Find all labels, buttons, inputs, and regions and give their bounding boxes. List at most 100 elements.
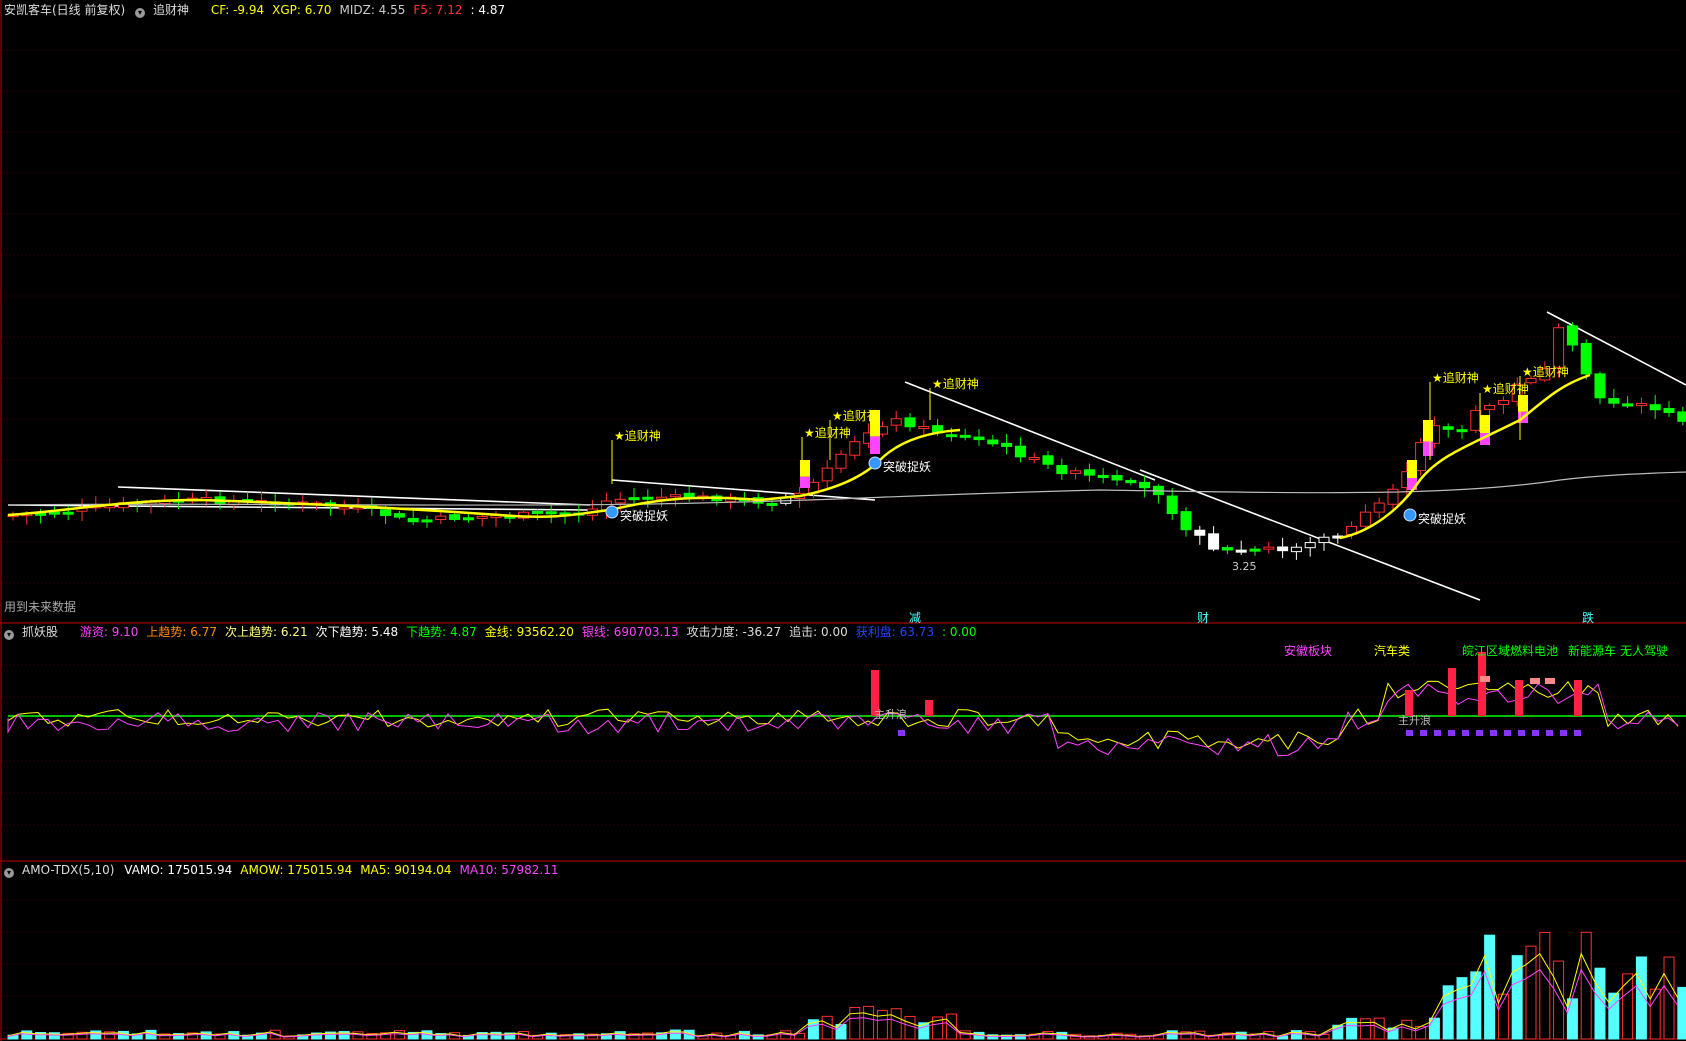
concept-label: 安徽板块	[1284, 644, 1333, 658]
candle	[849, 441, 861, 456]
indicator-value: CF: -9.94	[210, 3, 265, 17]
signal-dot	[1448, 730, 1455, 736]
candle	[1359, 511, 1371, 527]
candle	[1442, 426, 1454, 430]
signal-dot	[1480, 676, 1490, 682]
candle	[1622, 403, 1634, 407]
signal-dot	[1504, 730, 1511, 736]
indicator-value: MA10: 57982.11	[459, 863, 559, 877]
rise-label: 主升浪	[1398, 713, 1431, 727]
indicator-name[interactable]: 追财神	[153, 3, 189, 17]
stock-title[interactable]: 安凯客车(日线 前复权)	[4, 3, 125, 17]
signal-bar	[800, 476, 810, 488]
signal-dot	[1420, 730, 1427, 736]
signal-dot	[1434, 730, 1441, 736]
candle	[1111, 474, 1123, 481]
indicator-value: VAMO: 175015.94	[124, 863, 233, 877]
volume-bar	[1553, 960, 1565, 1040]
breakout-icon	[1403, 508, 1417, 522]
candle	[945, 434, 957, 438]
candle	[904, 417, 916, 428]
amo-panel-header: ▾ AMO-TDX(5,10) VAMO: 175015.94 AMOW: 1750…	[4, 862, 574, 878]
candle	[1249, 548, 1261, 552]
indicator-value: 次上趋势: 6.21	[225, 625, 308, 639]
zhuicaishen-label: ★追财神	[832, 408, 879, 423]
candle	[1484, 405, 1496, 410]
candle	[669, 494, 681, 498]
indicator-value: 金线: 93562.20	[484, 625, 574, 639]
candle	[1056, 465, 1068, 475]
indicator-menu-icon[interactable]: ▾	[4, 868, 14, 878]
candle	[1028, 457, 1040, 461]
candle	[1677, 411, 1686, 422]
indicator-value: AMOW: 175015.94	[240, 863, 353, 877]
candle	[628, 497, 640, 501]
indicator-value: : 0.00	[941, 625, 977, 639]
zhuayao-panel-header: ▾ 抓妖股 游资: 9.10 上趋势: 6.77 次上趋势: 6.21 次下趋势: 5.…	[4, 624, 993, 640]
volume-bar	[863, 1005, 875, 1040]
volume-bar	[835, 1024, 847, 1040]
main-panel-header: 安凯客车(日线 前复权) ▾ 追财神 CF: -9.94 XGP: 6.70 MIDZ…	[4, 2, 521, 18]
indicator-value: 获利盘: 63.73	[855, 625, 934, 639]
candle	[918, 426, 930, 430]
volume-bar	[1290, 1030, 1302, 1040]
signal-dot	[1560, 730, 1567, 736]
signal-dot	[1546, 730, 1553, 736]
indicator-menu-icon[interactable]: ▾	[135, 8, 146, 18]
candle	[1608, 398, 1620, 404]
concept-label: 新能源车	[1568, 644, 1617, 658]
candle	[821, 467, 833, 482]
volume-bar	[393, 1030, 405, 1040]
volume-bar	[849, 1006, 861, 1040]
candle	[435, 515, 447, 520]
candle	[48, 511, 60, 515]
volume-bar	[959, 1030, 971, 1040]
signal-dot	[1490, 730, 1497, 736]
candle	[1194, 529, 1206, 536]
signal-dot	[1574, 730, 1581, 736]
candle	[614, 498, 626, 504]
signal-dot	[1518, 730, 1525, 736]
candle	[1277, 546, 1289, 552]
zhuicaishen-label: ★追财神	[804, 425, 851, 440]
indicator-value: F5: 7.12	[413, 3, 463, 17]
signal-dot	[1545, 678, 1555, 684]
amo-title[interactable]: AMO-TDX(5,10)	[22, 863, 114, 877]
indicator-menu-icon[interactable]: ▾	[4, 630, 14, 640]
volume-bar	[1566, 998, 1578, 1040]
candle	[421, 519, 433, 523]
bottom-marker-3: 跌	[1582, 611, 1595, 625]
candle	[476, 515, 488, 519]
volume-bar	[1622, 973, 1634, 1040]
breakout-icon	[868, 456, 882, 470]
volume-bar	[1677, 986, 1686, 1040]
signal-dot	[1532, 730, 1539, 736]
indicator-value: 游资: 9.10	[79, 625, 139, 639]
signal-dot	[1462, 730, 1469, 736]
candle	[531, 510, 543, 514]
concept-label: 皖江区域	[1462, 644, 1511, 658]
signal-dot	[1406, 730, 1413, 736]
volume-bar	[1539, 931, 1551, 1040]
candle	[642, 496, 654, 500]
candle	[1125, 479, 1137, 484]
candle	[1208, 533, 1220, 550]
candle	[545, 511, 557, 515]
candle	[987, 439, 999, 445]
indicator-value: 攻击力度: -36.27	[686, 625, 782, 639]
volume-bar	[1428, 1017, 1440, 1040]
candle	[1235, 549, 1247, 553]
candle	[1083, 469, 1095, 476]
candle	[1594, 373, 1606, 399]
zhuicaishen-label: ★追财神	[932, 376, 979, 391]
volume-bar	[1484, 934, 1496, 1040]
volume-bar	[1580, 931, 1592, 1040]
signal-bar	[1407, 460, 1417, 478]
candle	[1373, 502, 1385, 513]
volume-bar	[904, 1015, 916, 1040]
volume-bar	[876, 1009, 888, 1040]
chart-window: ★追财神 ★追财神 ★追财神 ★追财神 ★追财神 ★追财神 ★追财神 突破捉妖 突破捉妖 突破捉妖…	[0, 0, 1686, 1041]
candle	[449, 514, 461, 520]
chart-canvas[interactable]: ★追财神 ★追财神★追财神★追财神 ★追财神★追财神★追财神突破捉妖突破捉妖突破捉妖…	[0, 0, 1686, 1041]
zhuayao-title[interactable]: 抓妖股	[22, 625, 58, 639]
